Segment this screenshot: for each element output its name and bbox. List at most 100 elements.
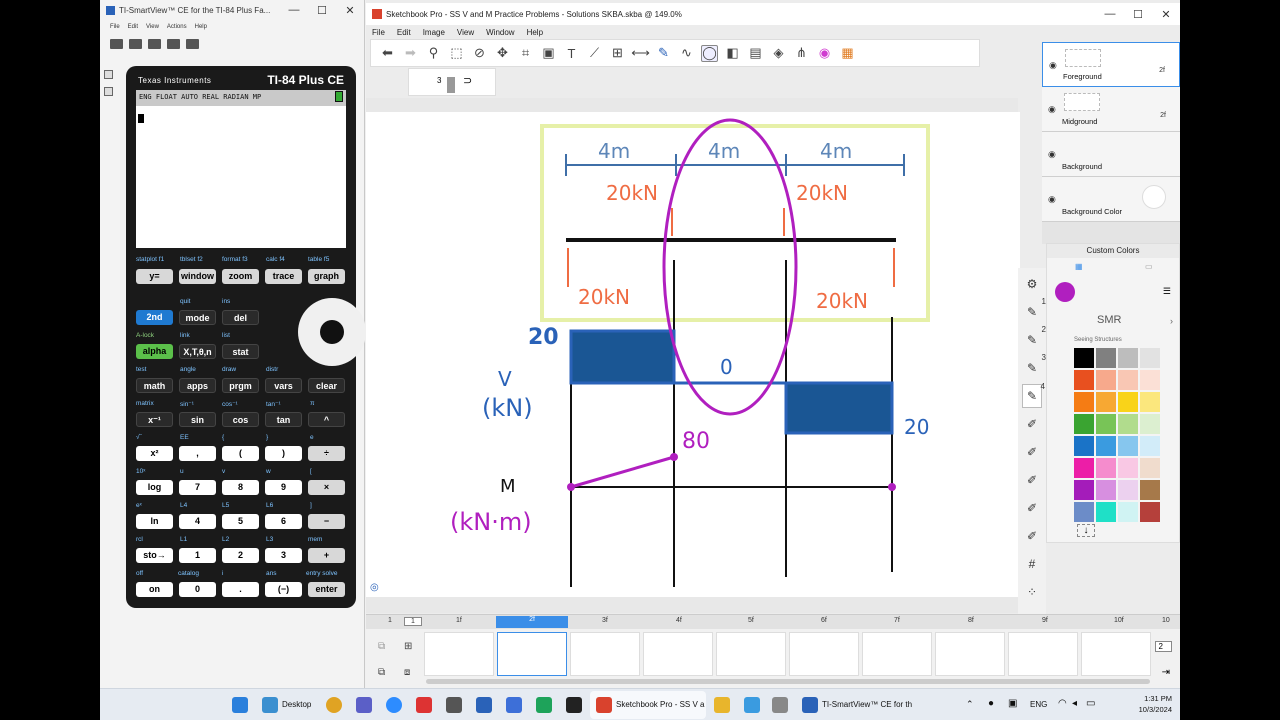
key-ln[interactable]: ln [136,514,173,529]
key-stat[interactable]: stat [222,344,259,359]
app-icon-diamond[interactable] [744,697,760,713]
key-3[interactable]: 3 [265,548,302,563]
volume-icon[interactable]: ◂ [1072,698,1077,709]
key-multiply[interactable]: × [308,480,345,495]
frame-label-5[interactable]: 5f [748,617,754,624]
frame-label-8[interactable]: 8f [968,617,974,624]
key-prgm[interactable]: prgm [222,378,259,393]
app-icon-5[interactable] [536,697,552,713]
color-swatch[interactable] [1140,392,1160,412]
color-swatch[interactable] [1096,436,1116,456]
chevron-right-icon[interactable]: › [1170,316,1173,326]
fill-icon[interactable]: ▣ [540,45,557,62]
transform-icon[interactable]: ✥ [494,45,511,62]
frame-thumb-7[interactable] [862,632,932,676]
key-tan[interactable]: tan [265,412,302,427]
frame-thumb-9[interactable] [1008,632,1078,676]
color-swatch[interactable] [1074,480,1094,500]
ti-tool-send-icon[interactable] [110,39,123,49]
frame-thumb-10[interactable] [1081,632,1151,676]
key-alpha[interactable]: alpha [136,344,173,359]
color-swatch[interactable] [1140,480,1160,500]
color-swatch[interactable] [1140,348,1160,368]
ti-menu-actions[interactable]: Actions [167,24,187,30]
chevron-up-icon[interactable]: ⌃ [966,699,974,710]
frame-thumb-8[interactable] [935,632,1005,676]
color-swatch[interactable] [1118,436,1138,456]
brush-size-value[interactable]: 3 [437,76,441,85]
shapes-icon[interactable]: ◧ [724,45,741,62]
color-menu-icon[interactable]: ☰ [1163,286,1171,297]
select-icon[interactable]: ⬚ [448,45,465,62]
lasso-icon[interactable]: ⊘ [471,45,488,62]
color-swatch[interactable] [1074,436,1094,456]
desktop-icon[interactable] [262,697,278,713]
dots-tool-icon[interactable]: ⁘ [1022,580,1042,604]
undo-icon[interactable]: ⬅ [379,45,396,62]
key-dot[interactable]: . [222,582,259,597]
key-vars[interactable]: vars [265,378,302,393]
key-clear[interactable]: clear [308,378,345,393]
color-swatch[interactable] [1074,458,1094,478]
ti-tool-screen-icon[interactable] [148,39,161,49]
frame-label-3[interactable]: 3f [602,617,608,624]
current-color-swatch[interactable] [1055,282,1075,302]
clock[interactable]: 1:31 PM 10/3/2024 [1139,693,1172,715]
ti-side-view-icon[interactable] [104,87,113,96]
brush-1-icon[interactable]: ✎ 1 [1022,297,1046,324]
brush-3-icon[interactable]: ✎ 3 [1022,353,1046,380]
timeline-end-icon[interactable]: ⇥ [1162,667,1170,678]
frame-label-10[interactable]: 10f [1114,617,1124,624]
color-swatch[interactable] [1096,348,1116,368]
key-graph[interactable]: graph [308,269,345,284]
pen-icon[interactable]: ✎ [655,45,672,62]
frame-label-7[interactable]: 7f [894,617,900,624]
menu-help[interactable]: Help [527,28,543,37]
key-1[interactable]: 1 [179,548,216,563]
menu-view[interactable]: View [457,28,474,37]
key-rparen[interactable]: ) [265,446,302,461]
color-swatch[interactable] [1118,348,1138,368]
key-y-equals[interactable]: y= [136,269,173,284]
key-zoom[interactable]: zoom [222,269,259,284]
color-swatch[interactable] [1074,502,1094,522]
key-divide[interactable]: ÷ [308,446,345,461]
desktop-label[interactable]: Desktop [282,700,311,709]
color-swatch[interactable] [1118,458,1138,478]
lang-indicator[interactable]: ENG [1030,700,1047,709]
sketchbook-title-bar[interactable]: Sketchbook Pro - SS V and M Practice Pro… [366,3,1180,25]
color-swatch[interactable] [1140,502,1160,522]
eye-icon[interactable]: ◉ [1048,104,1056,115]
symmetry-icon[interactable]: ⟷ [631,45,650,62]
ti-menu-edit[interactable]: Edit [128,24,138,30]
key-6[interactable]: 6 [265,514,302,529]
zoom-app-icon[interactable] [386,697,402,713]
color-swatch[interactable] [1118,392,1138,412]
timeline-zoom-select[interactable]: 2 [1154,641,1172,652]
color-swatch[interactable] [1140,436,1160,456]
brush-settings-icon[interactable]: ⚙ [1022,272,1042,296]
add-swatch-icon[interactable]: ↓ [1077,524,1095,537]
color-swatch[interactable] [1074,370,1094,390]
ti-tool-camera-icon[interactable] [186,39,199,49]
app-icon-3[interactable] [476,697,492,713]
brush-5-icon[interactable]: ✐ [1022,412,1042,436]
key-on[interactable]: on [136,582,173,597]
key-minus[interactable]: − [308,514,345,529]
frame-thumb-6[interactable] [789,632,859,676]
color-swatch[interactable] [1140,370,1160,390]
color-swatch[interactable] [1118,414,1138,434]
perspective-icon[interactable]: ⊞ [609,45,626,62]
key-negative[interactable]: (−) [265,582,302,597]
frame-label-2[interactable]: 2f [496,616,568,628]
key-apps[interactable]: apps [179,378,216,393]
color-swatch[interactable] [1074,348,1094,368]
ruler-icon[interactable]: ⟋ [586,45,603,62]
key-0[interactable]: 0 [179,582,216,597]
redo-icon[interactable]: ➡ [402,45,419,62]
teams-icon[interactable] [356,697,372,713]
color-swatch[interactable] [1074,414,1094,434]
image-icon[interactable]: ▤ [747,45,764,62]
color-swatch[interactable] [1096,392,1116,412]
frame-label-4[interactable]: 4f [676,617,682,624]
